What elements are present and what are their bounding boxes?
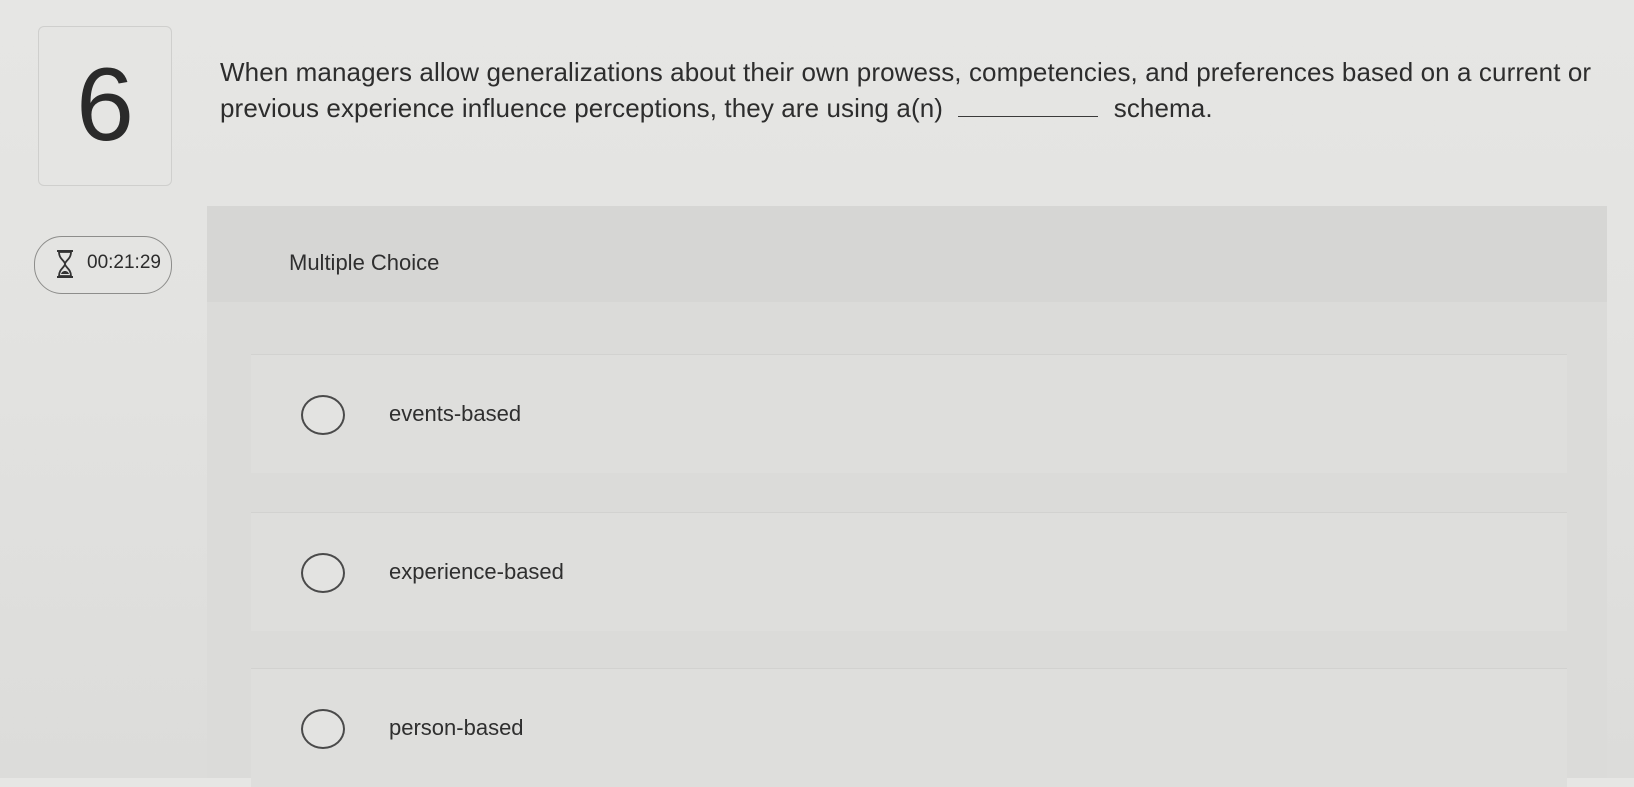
question-text-before-blank: When managers allow generalizations abou…: [220, 57, 1592, 123]
answer-blank: [958, 98, 1099, 117]
question-text: When managers allow generalizations abou…: [220, 54, 1610, 126]
radio-button[interactable]: [301, 395, 345, 435]
multiple-choice-panel: Multiple Choice events-based experience-…: [207, 206, 1607, 787]
choice-label: events-based: [389, 401, 522, 426]
radio-button[interactable]: [301, 553, 345, 593]
choice-option[interactable]: experience-based: [251, 512, 1567, 631]
radio-button[interactable]: [301, 709, 345, 749]
choice-label: person-based: [389, 715, 524, 740]
question-text-after-blank: schema.: [1113, 93, 1213, 123]
choice-label: experience-based: [389, 559, 564, 584]
hourglass-icon: [57, 250, 73, 278]
timer-badge[interactable]: 00:21:29: [34, 236, 172, 294]
multiple-choice-title: Multiple Choice: [289, 250, 440, 275]
choice-option[interactable]: person-based: [251, 668, 1567, 787]
question-number-box: 6: [38, 26, 172, 186]
multiple-choice-header: Multiple Choice: [207, 206, 1607, 302]
question-number: 6: [76, 47, 134, 163]
timer-value: 00:21:29: [87, 252, 161, 273]
choice-option[interactable]: events-based: [251, 354, 1567, 473]
